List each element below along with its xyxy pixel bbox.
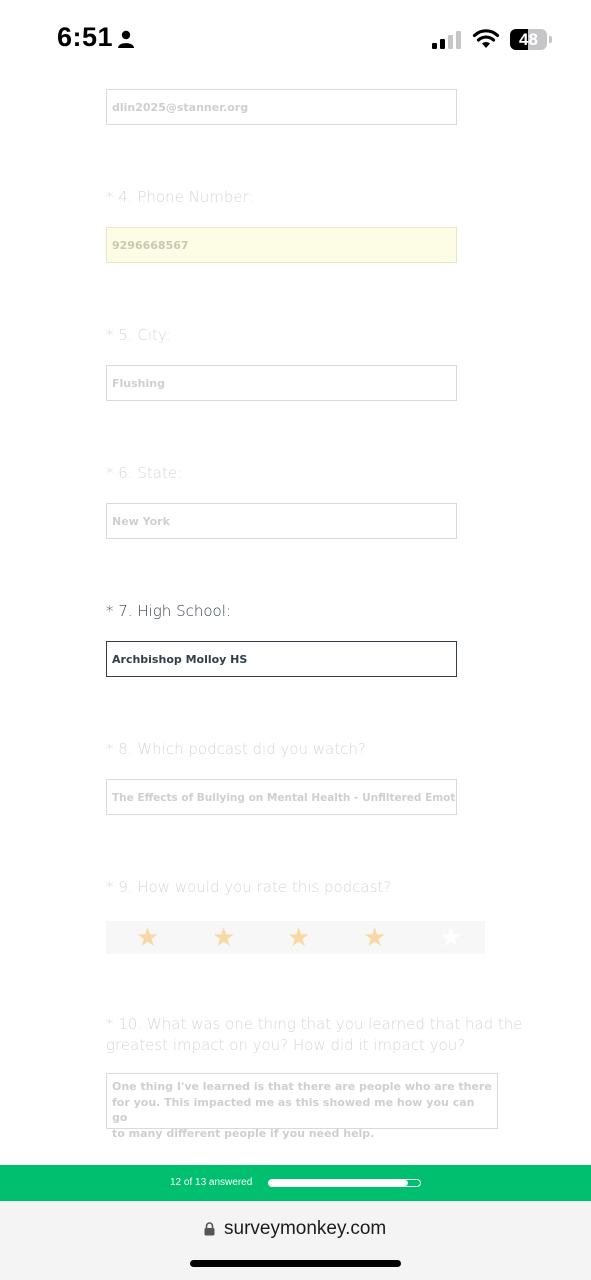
- person-icon: [118, 30, 134, 48]
- status-bar: 6:51 48: [0, 0, 591, 80]
- star-icon[interactable]: ★: [287, 924, 310, 950]
- progress-track: [268, 1179, 421, 1187]
- high-school-field[interactable]: Archbishop Molloy HS: [106, 641, 457, 677]
- question-title-line: greatest impact on you? How did it impac…: [106, 1036, 466, 1054]
- star-icon[interactable]: ★: [363, 924, 386, 950]
- question-title-state: * 6. State:: [106, 464, 183, 482]
- phone-number-field[interactable]: 9296668567: [106, 227, 457, 263]
- star-icon[interactable]: ★: [212, 924, 235, 950]
- city-field[interactable]: Flushing: [106, 365, 457, 401]
- question-title-impact: * 10. What was one thing that you learne…: [106, 1014, 523, 1056]
- state-field[interactable]: New York: [106, 503, 457, 539]
- battery-level: 48: [519, 30, 538, 49]
- wifi-icon: [472, 29, 500, 48]
- question-title-podcast: * 8. Which podcast did you watch?: [106, 740, 366, 758]
- progress-fill: [269, 1180, 408, 1186]
- battery-icon: 48: [510, 29, 552, 50]
- podcast-field[interactable]: The Effects of Bullying on Mental Health…: [106, 779, 457, 815]
- question-title-rating: * 9. How would you rate this podcast?: [106, 878, 392, 896]
- question-title-phone: * 4. Phone Number:: [106, 188, 254, 206]
- cellular-signal-icon: [432, 31, 461, 49]
- star-icon[interactable]: ★: [439, 924, 462, 950]
- question-title-high-school: * 7. High School:: [106, 602, 231, 620]
- progress-label: 12 of 13 answered: [170, 1177, 253, 1188]
- star-icon[interactable]: ★: [136, 924, 159, 950]
- star-rating: ★ ★ ★ ★ ★: [106, 921, 485, 954]
- home-indicator: [190, 1260, 401, 1267]
- answer-line: for you. This impacted me as this showed…: [112, 1095, 475, 1125]
- question-title-line: * 10. What was one thing that you learne…: [106, 1015, 523, 1033]
- impact-answer-textarea[interactable]: One thing I've learned is that there are…: [106, 1073, 498, 1140]
- answer-line: to many different people if you need hel…: [112, 1126, 375, 1140]
- clock-time: 6:51: [57, 22, 114, 52]
- lock-icon: [204, 1222, 215, 1236]
- browser-url-bar[interactable]: [0, 1201, 591, 1280]
- answer-line: One thing I've learned is that there are…: [112, 1080, 492, 1093]
- question-title-city: * 5. City:: [106, 326, 171, 344]
- email-field[interactable]: dlin2025@stanner.org: [106, 89, 457, 125]
- url-text[interactable]: surveymonkey.com: [224, 1218, 386, 1240]
- progress-bar: 12 of 13 answered: [0, 1165, 591, 1201]
